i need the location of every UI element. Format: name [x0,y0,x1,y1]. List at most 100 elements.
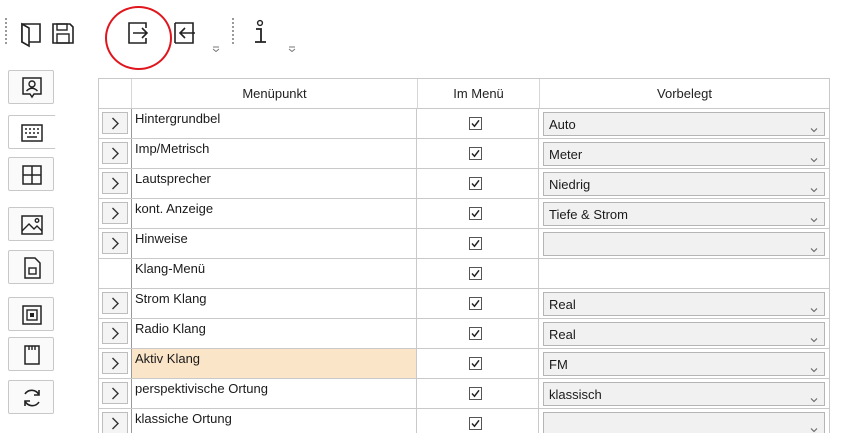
expand-button[interactable] [102,382,128,404]
expander-cell [99,169,131,198]
chevron-down-icon [810,121,818,133]
preset-dropdown[interactable]: klassisch [543,382,825,406]
preset-dropdown[interactable]: Meter [543,142,825,166]
nav-chip[interactable] [8,297,54,331]
expand-button[interactable] [102,232,128,254]
toolbar-separator [232,18,234,44]
menu-item-label: perspektivische Ortung [131,379,417,408]
expand-button[interactable] [102,412,128,433]
preset-dropdown[interactable]: Real [543,322,825,346]
table-row[interactable]: Strom Klang Real [99,289,829,319]
table-row[interactable]: klassiche Ortung [99,409,829,433]
in-menu-checkbox[interactable] [469,267,482,280]
preset-cell: Real [539,319,829,348]
in-menu-cell [417,229,539,258]
preset-dropdown[interactable] [543,412,825,433]
expand-button[interactable] [102,202,128,224]
nav-refresh[interactable] [8,380,54,414]
column-header-menu-item[interactable]: Menüpunkt [131,79,417,108]
preset-cell: FM [539,349,829,378]
nav-keyboard[interactable] [8,115,56,149]
chevron-right-icon [112,237,119,250]
preset-value: Tiefe & Strom [549,207,628,222]
in-menu-checkbox[interactable] [469,237,482,250]
preset-cell: Real [539,289,829,318]
expand-button[interactable] [102,352,128,374]
expand-button[interactable] [102,112,128,134]
expand-button[interactable] [102,322,128,344]
nav-image[interactable] [8,207,54,241]
preset-value: Niedrig [549,177,591,192]
nav-contact[interactable] [8,70,54,104]
in-menu-cell [417,349,539,378]
in-menu-cell [417,139,539,168]
expand-button[interactable] [102,172,128,194]
preset-cell [539,409,829,433]
expand-button[interactable] [102,292,128,314]
table-row[interactable]: Radio Klang Real [99,319,829,349]
preset-value: Real [549,327,576,342]
save-button[interactable] [48,18,78,48]
table-row[interactable]: perspektivische Ortung klassisch [99,379,829,409]
preset-value: Auto [549,117,576,132]
table-row[interactable]: kont. Anzeige Tiefe & Strom [99,199,829,229]
table-row[interactable]: Klang-Menü [99,259,829,289]
column-header-preset[interactable]: Vorbelegt [539,79,829,108]
expander-cell [99,229,131,258]
checkmark-icon [471,209,480,218]
info-icon [255,19,266,43]
image-icon [21,215,43,235]
overflow-chevron-icon-2[interactable] [288,46,296,53]
checkmark-icon [471,269,480,278]
chip-icon [22,305,42,325]
table-row[interactable]: Hinweise [99,229,829,259]
expander-cell [99,199,131,228]
nav-sd-card[interactable] [8,337,54,371]
chevron-right-icon [112,147,119,160]
in-menu-checkbox[interactable] [469,177,482,190]
chevron-down-icon [810,301,818,313]
in-menu-checkbox[interactable] [469,117,482,130]
chevron-down-icon [810,211,818,223]
in-menu-cell [417,289,539,318]
table-row[interactable]: Aktiv Klang FM [99,349,829,379]
in-menu-checkbox[interactable] [469,207,482,220]
checkmark-icon [471,329,480,338]
preset-dropdown[interactable]: Real [543,292,825,316]
preset-cell [539,229,829,258]
side-navigation [8,70,56,432]
nav-grid[interactable] [8,157,54,191]
import-button[interactable] [170,18,200,48]
column-header-in-menu[interactable]: Im Menü [417,79,539,108]
in-menu-checkbox[interactable] [469,327,482,340]
preset-dropdown[interactable]: Auto [543,112,825,136]
in-menu-checkbox[interactable] [469,417,482,430]
chevron-right-icon [112,117,119,130]
nav-document[interactable] [8,250,54,284]
export-button[interactable] [124,18,154,48]
save-icon [52,23,74,44]
in-menu-checkbox[interactable] [469,297,482,310]
open-button[interactable] [16,18,46,48]
expand-button[interactable] [102,142,128,164]
preset-cell: Auto [539,109,829,138]
preset-dropdown[interactable] [543,232,825,256]
overflow-chevron-icon[interactable] [212,46,220,53]
preset-dropdown[interactable]: Tiefe & Strom [543,202,825,226]
info-button[interactable] [246,18,276,48]
chevron-right-icon [112,297,119,310]
table-row[interactable]: Imp/Metrisch Meter [99,139,829,169]
chevron-right-icon [112,207,119,220]
table-row[interactable]: Lautsprecher Niedrig [99,169,829,199]
menu-item-label: Radio Klang [131,319,417,348]
chevron-right-icon [112,327,119,340]
menu-config-grid: Menüpunkt Im Menü Vorbelegt Hintergrundb… [98,78,830,433]
in-menu-checkbox[interactable] [469,147,482,160]
checkmark-icon [471,179,480,188]
toolbar-grip[interactable] [5,18,7,44]
preset-dropdown[interactable]: Niedrig [543,172,825,196]
table-row[interactable]: Hintergrundbel Auto [99,109,829,139]
preset-dropdown[interactable]: FM [543,352,825,376]
in-menu-checkbox[interactable] [469,357,482,370]
in-menu-checkbox[interactable] [469,387,482,400]
